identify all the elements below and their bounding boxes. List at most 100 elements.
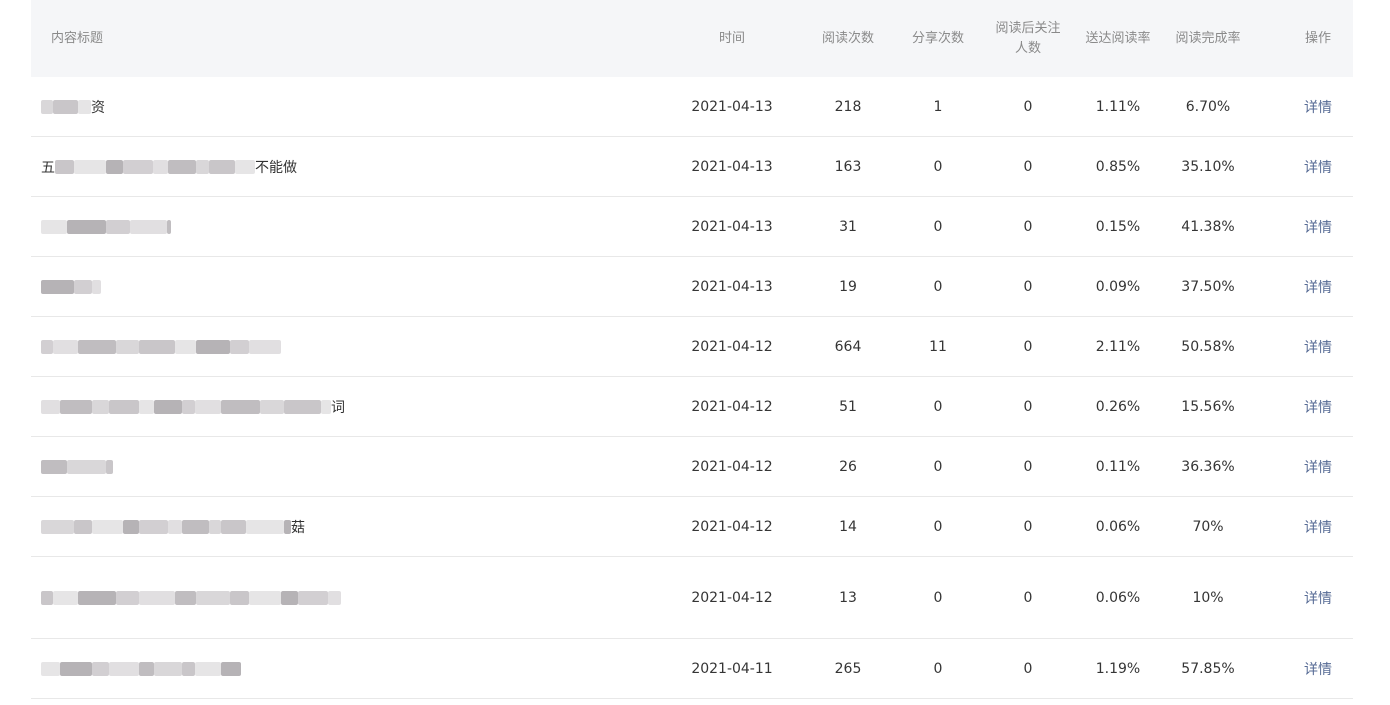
cell-reads: 51 [839,398,857,415]
mosaic-block [74,279,92,294]
cell-title[interactable]: 菇 [41,497,381,556]
mosaic-block [221,519,246,534]
mosaic-block [41,279,74,294]
header-follows: 阅读后关注 人数 [981,0,1075,77]
mosaic-block [195,661,221,676]
mosaic-block [106,159,123,174]
cell-reads: 19 [839,278,857,295]
cell-title[interactable] [41,317,381,376]
cell-shares: 0 [933,278,943,295]
cell-title[interactable] [41,639,381,698]
mosaic-block [92,279,101,294]
mosaic-block [139,590,175,605]
table-row: 2021-04-12 664 11 0 2.11% 50.58% 详情 [31,317,1353,377]
mosaic-block [260,399,284,414]
cell-follows: 0 [1023,458,1033,475]
title-mosaic: 资 [41,97,105,117]
mosaic-block [139,339,175,354]
cell-date: 2021-04-12 [691,338,773,355]
header-reads: 阅读次数 [821,30,874,46]
mosaic-block [168,159,196,174]
title-mosaic [41,590,341,605]
mosaic-block [60,661,92,676]
mosaic-block [92,399,109,414]
details-link[interactable]: 详情 [1293,377,1343,436]
mosaic-block [209,159,235,174]
mosaic-block [106,459,113,474]
header-title: 内容标题 [51,30,104,46]
details-link[interactable]: 详情 [1293,557,1343,638]
mosaic-block [41,219,67,234]
mosaic-block [106,219,130,234]
details-link[interactable]: 详情 [1293,639,1343,698]
details-link[interactable]: 详情 [1293,317,1343,376]
cell-complete-rate: 36.36% [1181,458,1235,475]
mosaic-block [230,339,249,354]
mosaic-block [249,590,281,605]
cell-shares: 0 [933,518,943,535]
cell-title[interactable] [41,557,381,638]
mosaic-block [123,519,139,534]
table-row: 资 2021-04-13 218 1 0 1.11% 6.70% 详情 [31,77,1353,137]
cell-reach-rate: 0.06% [1095,518,1141,535]
cell-follows: 0 [1023,660,1033,677]
mosaic-block [41,99,53,114]
cell-shares: 0 [933,218,943,235]
cell-title[interactable]: 资 [41,77,381,136]
cell-follows: 0 [1023,278,1033,295]
mosaic-block [92,519,123,534]
cell-follows: 0 [1023,98,1033,115]
details-link[interactable]: 详情 [1293,137,1343,196]
mosaic-block [154,661,182,676]
cell-shares: 11 [929,338,947,355]
details-link[interactable]: 详情 [1293,197,1343,256]
mosaic-block [321,399,331,414]
mosaic-block [284,399,321,414]
cell-shares: 0 [933,589,943,606]
mosaic-block [116,339,139,354]
title-mosaic [41,279,101,294]
cell-complete-rate: 50.58% [1181,338,1235,355]
mosaic-block [55,159,74,174]
cell-date: 2021-04-11 [691,660,773,677]
details-link[interactable]: 详情 [1293,257,1343,316]
header-follows-line2: 人数 [1014,40,1041,56]
cell-reach-rate: 0.06% [1095,589,1141,606]
cell-reads: 265 [834,660,862,677]
table-row: 五 不能做 2021-04-13 163 0 0 0.85% 35.10% 详情 [31,137,1353,197]
details-link[interactable]: 详情 [1293,497,1343,556]
mosaic-block [78,339,116,354]
table-row: 词 2021-04-12 51 0 0 0.26% 15.56% 详情 [31,377,1353,437]
mosaic-block [196,339,230,354]
mosaic-block [298,590,328,605]
mosaic-block [53,339,78,354]
cell-title[interactable] [41,197,381,256]
cell-title[interactable]: 词 [41,377,381,436]
mosaic-block [74,519,92,534]
mosaic-block [109,399,139,414]
mosaic-block [153,159,168,174]
details-link[interactable]: 详情 [1293,77,1343,136]
mosaic-block [230,590,249,605]
cell-follows: 0 [1023,338,1033,355]
cell-complete-rate: 41.38% [1181,218,1235,235]
cell-complete-rate: 70% [1192,518,1224,535]
table-row: 2021-04-12 13 0 0 0.06% 10% 详情 [31,557,1353,639]
cell-follows: 0 [1023,589,1033,606]
mosaic-block [139,661,154,676]
mosaic-block [60,399,92,414]
cell-title[interactable] [41,437,381,496]
details-link[interactable]: 详情 [1293,437,1343,496]
content-stats-table: 内容标题 时间 阅读次数 分享次数 阅读后关注 人数 送达阅读率 阅读完成率 操… [31,0,1353,699]
mosaic-block [130,219,167,234]
table-row: 2021-04-12 26 0 0 0.11% 36.36% 详情 [31,437,1353,497]
header-complete-rate: 阅读完成率 [1175,30,1241,46]
mosaic-block [78,590,116,605]
cell-title[interactable] [41,257,381,316]
title-mosaic: 词 [41,397,345,417]
mosaic-block [182,399,195,414]
cell-reach-rate: 0.85% [1095,158,1141,175]
cell-complete-rate: 6.70% [1185,98,1231,115]
cell-title[interactable]: 五 不能做 [41,137,381,196]
mosaic-block [41,519,74,534]
